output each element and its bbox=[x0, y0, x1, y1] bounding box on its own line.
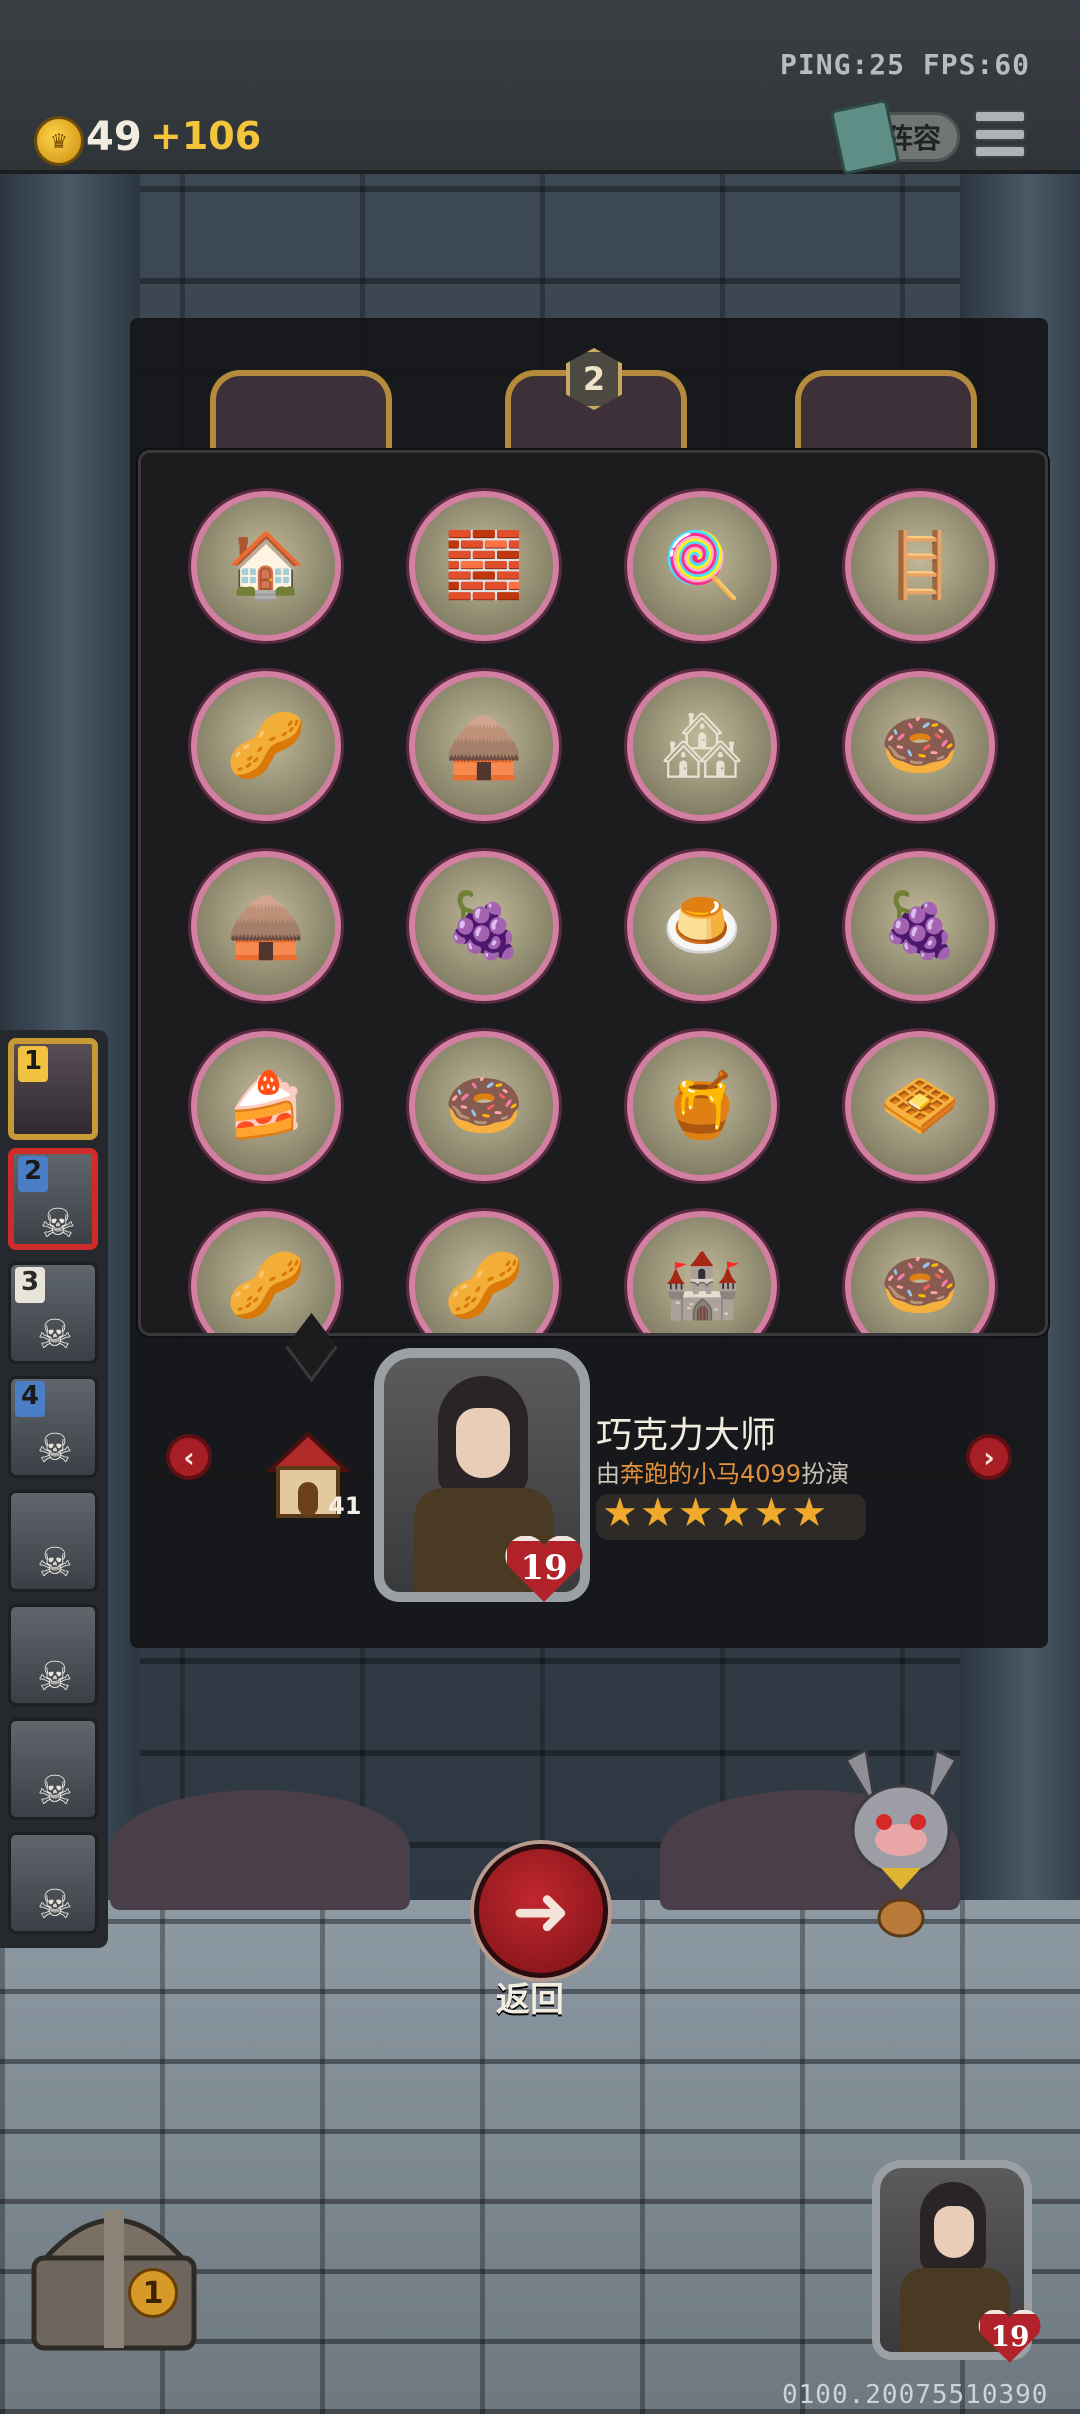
building-option-cocoa-pod[interactable]: 🥜 bbox=[409, 1211, 559, 1333]
skull-icon: ☠ bbox=[37, 1768, 73, 1814]
team-slot-number: 2 bbox=[18, 1156, 48, 1192]
back-button-label: 返回 bbox=[496, 1980, 564, 2020]
skull-icon: ☠ bbox=[37, 1540, 73, 1586]
building-selection-popup: 🏠 🧱 🍭 🪜 🥜 🛖 🏘 🍩 🛖 🍇 🍮 🍇 🍰 🍩 🍯 🧇 🥜 🥜 🏰 🍩 bbox=[138, 450, 1048, 1336]
team-slot-number: 4 bbox=[15, 1381, 45, 1417]
building-option-donut-cannon[interactable]: 🍩 bbox=[845, 1211, 995, 1333]
character-played-by: 由奔跑的小马4099扮演 bbox=[596, 1454, 849, 1489]
ping-fps-readout: PING:25 FPS:60 bbox=[780, 48, 1031, 81]
team-slot-5[interactable]: ☠ bbox=[8, 1490, 98, 1592]
team-slot-6[interactable]: ☠ bbox=[8, 1604, 98, 1706]
character-level: 19 bbox=[520, 1548, 568, 1588]
bat-wing-decoration-left bbox=[110, 1790, 410, 1910]
team-slot-number: 3 bbox=[15, 1267, 45, 1303]
gold-income: +106 bbox=[150, 114, 262, 158]
chevron-left-icon[interactable]: ‹ bbox=[166, 1434, 212, 1480]
build-version: 0100.20075510390 bbox=[782, 2380, 1049, 2410]
building-count: 41 bbox=[328, 1492, 362, 1520]
team-slot-7[interactable]: ☠ bbox=[8, 1718, 98, 1820]
coin-icon: ♛ bbox=[34, 116, 84, 166]
building-option-gingerbread-house[interactable]: 🏘 bbox=[627, 671, 777, 821]
my-character-level: 19 bbox=[990, 2320, 1030, 2353]
building-option-wafer-stack[interactable]: 🧇 bbox=[845, 1031, 995, 1181]
building-option-donut-castle[interactable]: 🏰 bbox=[627, 1211, 777, 1333]
treasure-chest-icon[interactable] bbox=[14, 2170, 214, 2370]
building-option-brick-oven[interactable]: 🧱 bbox=[409, 491, 559, 641]
building-option-orange-house[interactable]: 🏠 bbox=[191, 491, 341, 641]
skull-icon: ☠ bbox=[37, 1426, 73, 1472]
skull-icon: ☠ bbox=[37, 1882, 73, 1928]
team-slot-1[interactable]: 1 bbox=[8, 1038, 98, 1140]
building-option-pudding-hut[interactable]: 🍮 bbox=[627, 851, 777, 1001]
bat-mascot-icon[interactable] bbox=[826, 1740, 976, 1940]
played-by-prefix: 由 bbox=[596, 1460, 620, 1488]
building-option-grape-hospital[interactable]: 🍇 bbox=[845, 851, 995, 1001]
building-option-cocoa-barn[interactable]: 🛖 bbox=[191, 851, 341, 1001]
building-option-honey-rock[interactable]: 🍯 bbox=[627, 1031, 777, 1181]
skull-icon: ☠ bbox=[40, 1201, 76, 1247]
building-option-wafer-stairs[interactable]: 🪜 bbox=[845, 491, 995, 641]
team-slot-2[interactable]: 2 ☠ bbox=[8, 1148, 98, 1250]
team-slot-4[interactable]: 4 ☠ bbox=[8, 1376, 98, 1478]
star-rating: ★★★★★★ bbox=[602, 1490, 830, 1536]
team-slot-number: 1 bbox=[18, 1046, 48, 1082]
building-option-cake-stall[interactable]: 🍰 bbox=[191, 1031, 341, 1181]
character-name: 巧克力大师 bbox=[596, 1415, 777, 1456]
hamburger-menu-icon[interactable] bbox=[974, 110, 1026, 158]
chest-count-badge: 1 bbox=[128, 2268, 178, 2318]
player-name: 奔跑的小马4099 bbox=[620, 1460, 802, 1488]
back-button[interactable]: ➜ bbox=[474, 1844, 608, 1978]
chevron-right-icon[interactable]: › bbox=[966, 1434, 1012, 1480]
gold-count: 49 bbox=[86, 114, 142, 160]
building-option-grape-hospital[interactable]: 🍇 bbox=[409, 851, 559, 1001]
building-option-cocoa-pod[interactable]: 🥜 bbox=[191, 1211, 341, 1333]
played-by-suffix: 扮演 bbox=[801, 1460, 850, 1488]
skull-icon: ☠ bbox=[37, 1654, 73, 1700]
skull-icon: ☠ bbox=[37, 1312, 73, 1358]
building-option-cocoa-barn[interactable]: 🛖 bbox=[409, 671, 559, 821]
building-option-donut-cannon[interactable]: 🍩 bbox=[409, 1031, 559, 1181]
building-grid: 🏠 🧱 🍭 🪜 🥜 🛖 🏘 🍩 🛖 🍇 🍮 🍇 🍰 🍩 🍯 🧇 🥜 🥜 🏰 🍩 bbox=[191, 491, 1001, 1333]
building-option-cocoa-pod[interactable]: 🥜 bbox=[191, 671, 341, 821]
team-slot-3[interactable]: 3 ☠ bbox=[8, 1262, 98, 1364]
building-option-donut-cannon[interactable]: 🍩 bbox=[845, 671, 995, 821]
team-slot-8[interactable]: ☠ bbox=[8, 1832, 98, 1934]
back-arrow-icon: ➜ bbox=[511, 1870, 571, 1952]
building-option-candy-mill[interactable]: 🍭 bbox=[627, 491, 777, 641]
